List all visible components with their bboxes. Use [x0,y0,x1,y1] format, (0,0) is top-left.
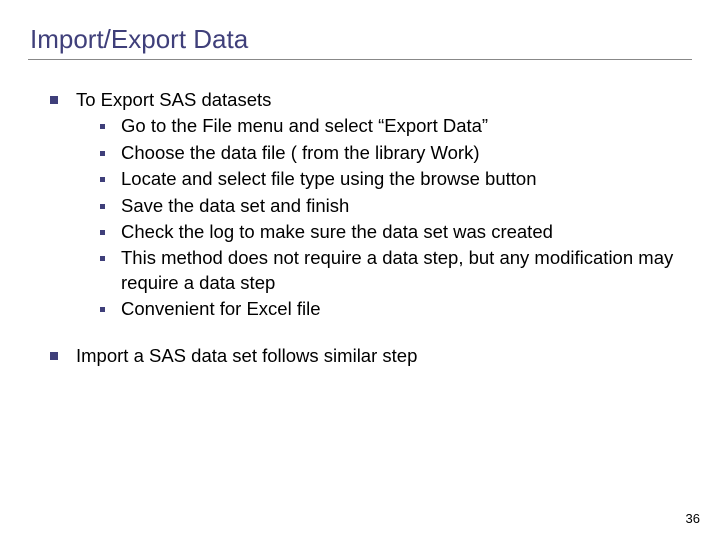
list-text: Locate and select file type using the br… [121,167,692,191]
list-item: Locate and select file type using the br… [100,167,692,191]
spacer [28,324,692,344]
list-text: This method does not require a data step… [121,246,692,295]
list-item: Check the log to make sure the data set … [100,220,692,244]
slide-body: To Export SAS datasets Go to the File me… [28,88,692,368]
list-item: Choose the data file ( from the library … [100,141,692,165]
square-bullet-icon [100,256,105,261]
square-bullet-icon [50,352,58,360]
list-item: Convenient for Excel file [100,297,692,321]
list-text: Import a SAS data set follows similar st… [76,344,692,368]
list-item: This method does not require a data step… [100,246,692,295]
list-item: To Export SAS datasets [50,88,692,112]
square-bullet-icon [100,230,105,235]
list-text: Go to the File menu and select “Export D… [121,114,692,138]
square-bullet-icon [100,151,105,156]
square-bullet-icon [50,96,58,104]
square-bullet-icon [100,307,105,312]
page-number: 36 [686,511,700,526]
slide: Import/Export Data To Export SAS dataset… [0,0,720,540]
slide-title: Import/Export Data [30,24,692,55]
list-item: Import a SAS data set follows similar st… [50,344,692,368]
square-bullet-icon [100,204,105,209]
square-bullet-icon [100,177,105,182]
list-text: Save the data set and finish [121,194,692,218]
list-heading: To Export SAS datasets [76,88,692,112]
title-divider [28,59,692,60]
list-text: Check the log to make sure the data set … [121,220,692,244]
list-item: Go to the File menu and select “Export D… [100,114,692,138]
square-bullet-icon [100,124,105,129]
list-text: Convenient for Excel file [121,297,692,321]
list-text: Choose the data file ( from the library … [121,141,692,165]
list-item: Save the data set and finish [100,194,692,218]
